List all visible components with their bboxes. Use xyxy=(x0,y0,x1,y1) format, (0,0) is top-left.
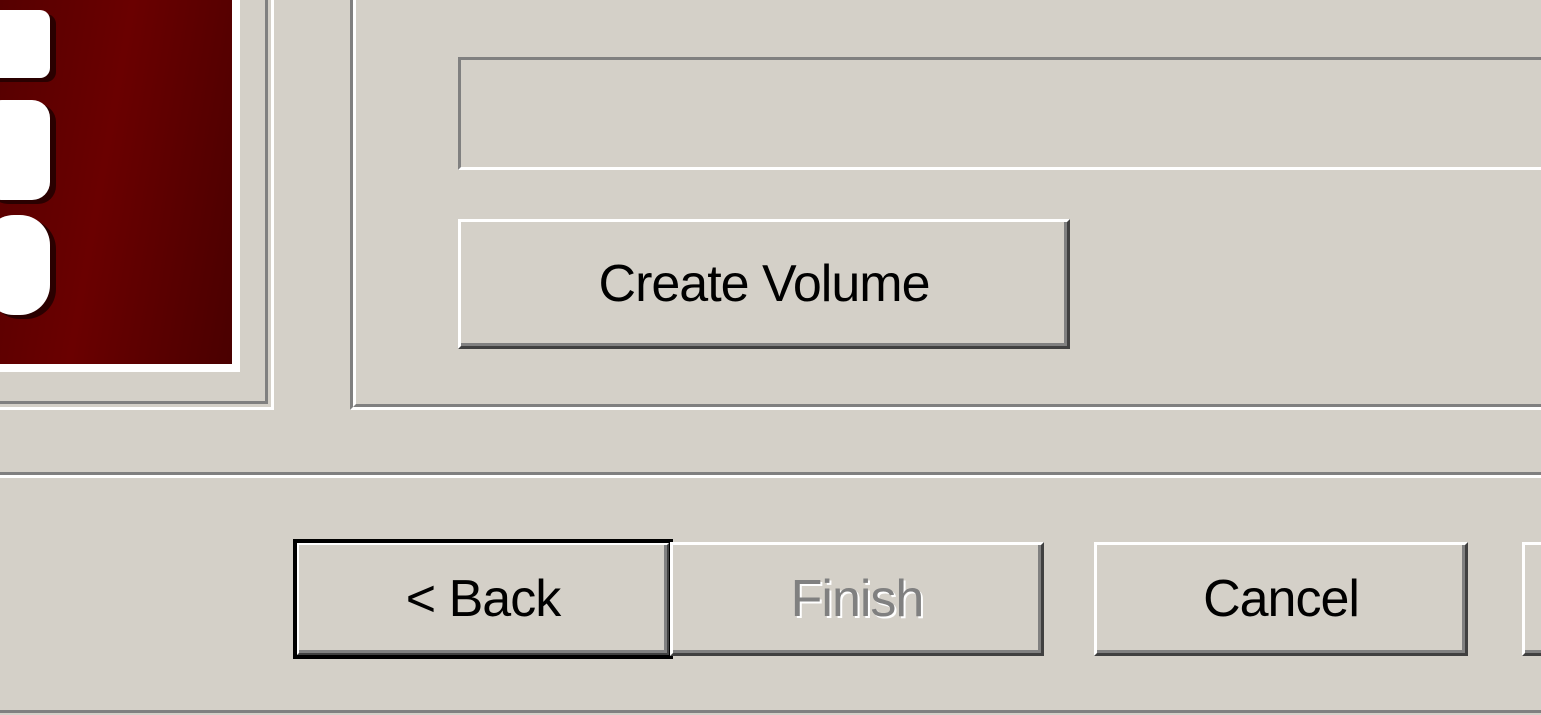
truecrypt-logo-banner xyxy=(0,0,240,372)
volume-location-field[interactable] xyxy=(458,57,1541,170)
logo-letter-shape xyxy=(0,10,50,78)
logo-letter-shape xyxy=(0,215,50,315)
logo-letter-shape xyxy=(0,100,50,200)
window-bottom-edge xyxy=(0,710,1541,713)
help-button-partial[interactable] xyxy=(1522,542,1541,656)
cancel-button[interactable]: Cancel xyxy=(1094,542,1468,656)
separator-highlight xyxy=(0,475,1541,478)
finish-button[interactable]: Finish xyxy=(670,542,1044,656)
create-volume-button[interactable]: Create Volume xyxy=(458,219,1070,349)
back-button[interactable]: < Back xyxy=(293,539,673,659)
